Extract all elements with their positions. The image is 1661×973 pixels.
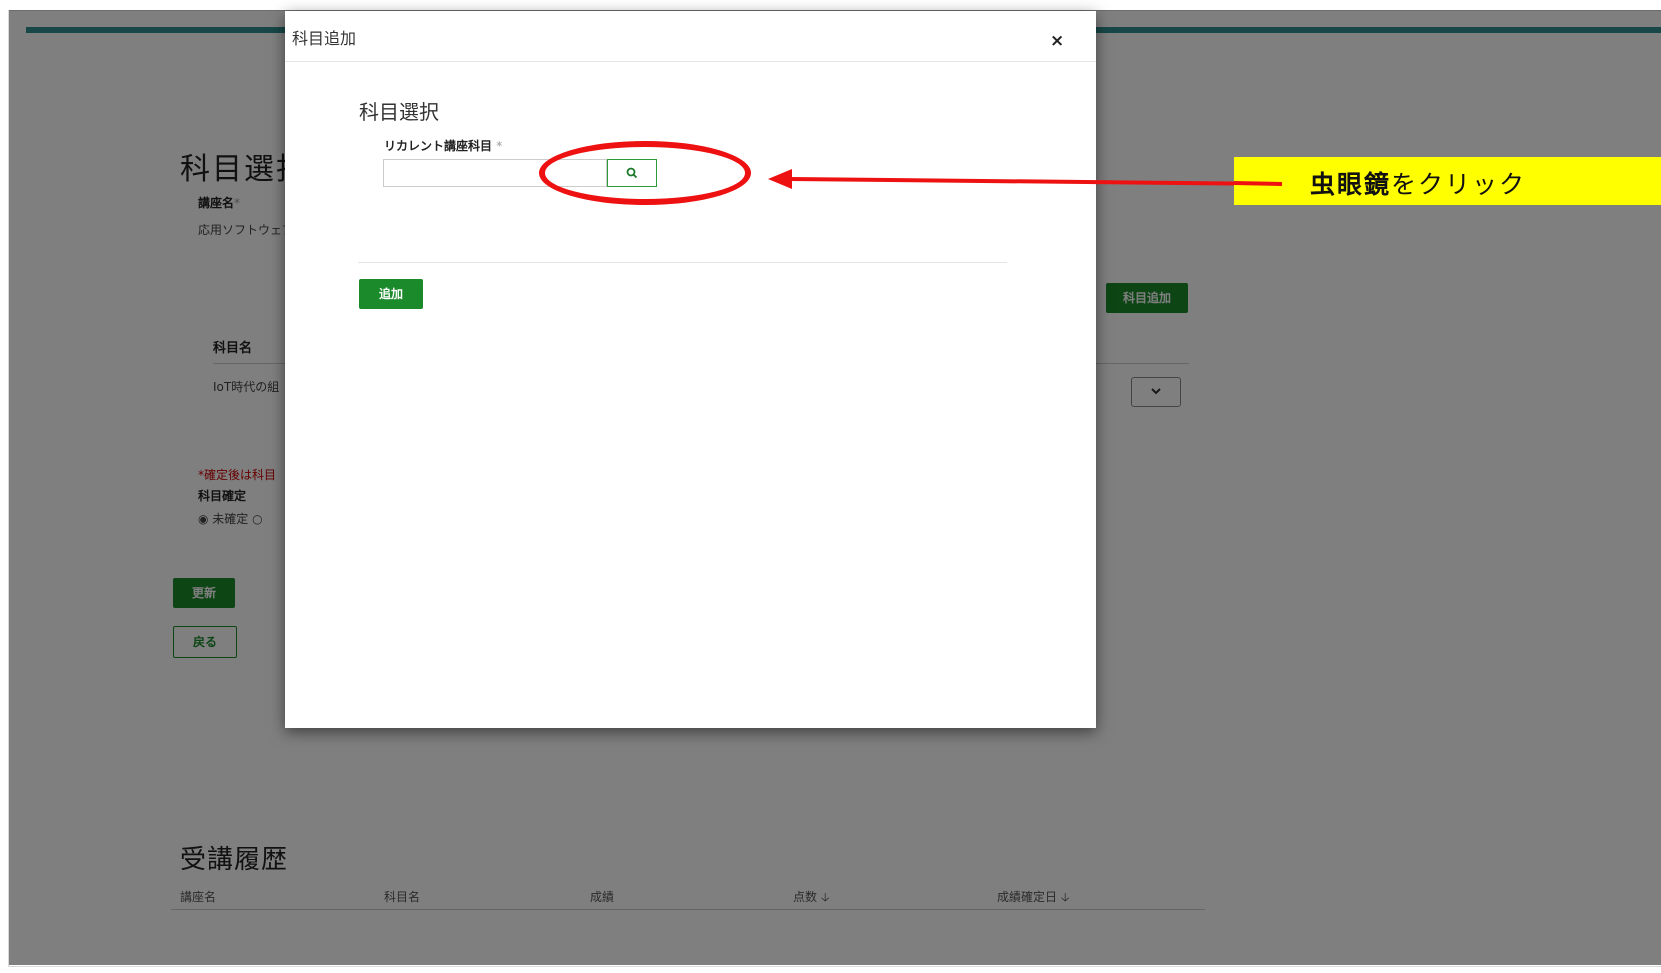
add-subject-modal: 科目追加 × 科目選択 リカレント講座科目 * 追加 [285, 11, 1096, 728]
modal-heading: 科目選択 [359, 100, 439, 124]
close-icon[interactable]: × [1050, 31, 1064, 51]
field-label: リカレント講座科目 * [384, 139, 503, 153]
arrow-tail [1234, 181, 1283, 186]
modal-header-divider [285, 61, 1096, 62]
instruction-callout: 虫眼鏡をクリック [1234, 157, 1661, 205]
highlight-ellipse [539, 141, 751, 205]
modal-title: 科目追加 [292, 29, 357, 48]
callout-text: 虫眼鏡をクリック [1310, 170, 1527, 199]
modal-add-button[interactable]: 追加 [359, 279, 423, 309]
